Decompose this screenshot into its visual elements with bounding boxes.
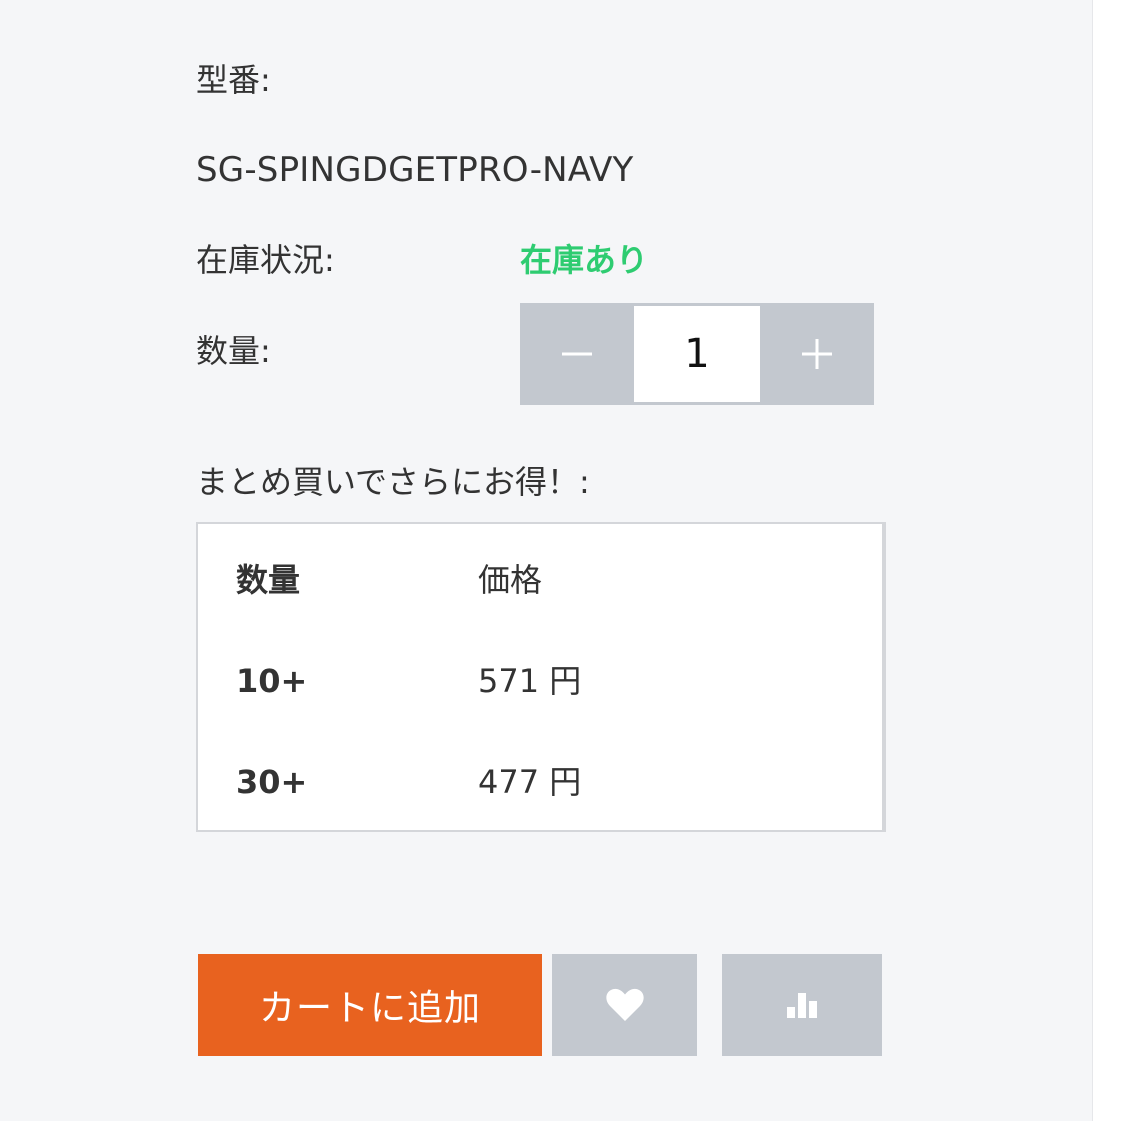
wishlist-button[interactable]	[552, 954, 697, 1056]
quantity-stepper	[520, 303, 874, 405]
increase-quantity-button[interactable]	[760, 303, 874, 405]
model-label: 型番:	[196, 61, 271, 99]
decrease-quantity-button[interactable]	[520, 303, 634, 405]
table-header-row: 数量 価格	[198, 550, 882, 610]
bar-chart-icon	[787, 993, 817, 1018]
column-header-quantity: 数量	[236, 561, 301, 599]
stock-status: 在庫あり	[520, 241, 649, 279]
minus-icon	[562, 352, 592, 356]
add-to-cart-button[interactable]: カートに追加	[198, 954, 542, 1056]
tier-price: 571 円	[478, 662, 582, 700]
quantity-input[interactable]	[634, 306, 760, 402]
compare-button[interactable]	[722, 954, 882, 1056]
model-value: SG-SPINGDGETPRO-NAVY	[196, 150, 634, 190]
bulk-price-table: 数量 価格 10+ 571 円 30+ 477 円	[196, 522, 886, 832]
heart-icon	[605, 988, 644, 1021]
tier-quantity: 30+	[236, 763, 308, 801]
right-edge-panel	[1092, 0, 1121, 1121]
table-row: 30+ 477 円	[198, 752, 882, 812]
stock-label: 在庫状況:	[196, 241, 335, 279]
table-row: 10+ 571 円	[198, 651, 882, 711]
quantity-label: 数量:	[196, 332, 271, 370]
tier-price: 477 円	[478, 763, 582, 801]
bulk-discount-title: まとめ買いでさらにお得！:	[196, 463, 590, 501]
plus-icon	[802, 339, 832, 369]
tier-quantity: 10+	[236, 662, 308, 700]
column-header-price: 価格	[478, 561, 543, 599]
